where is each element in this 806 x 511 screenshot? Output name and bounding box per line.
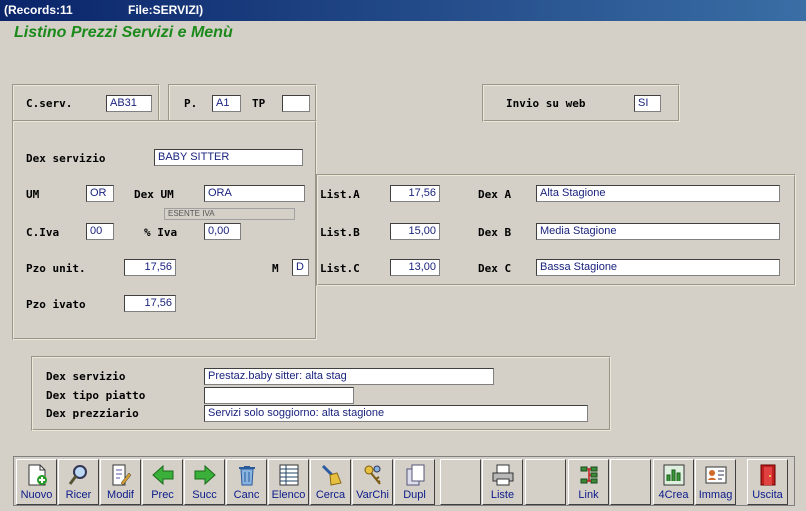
dex-a-label: Dex A [478,188,512,201]
liste-label: Liste [490,489,515,501]
m-field[interactable]: D [292,259,309,276]
prec-label: Prec [151,489,174,501]
immag-label: Immag [698,489,733,501]
varchi-button[interactable]: VarChi [352,459,393,505]
pzo-unit-field[interactable]: 17,56 [124,259,176,276]
cerca-label: Cerca [315,489,346,501]
pzo-unit-label: Pzo unit. [26,262,86,275]
window-titlebar: (Records:11 File:SERVIZI) [0,0,806,21]
um-label: UM [26,188,40,201]
dex-c-label: Dex C [478,262,512,275]
trash-icon [239,466,255,486]
bottom-dex-servizio-field[interactable]: Prestaz.baby sitter: alta stag [204,368,494,385]
dex-tipo-piatto-label: Dex tipo piatto [46,389,146,402]
tp-label: TP [252,97,266,110]
piva-field[interactable]: 0,00 [204,223,241,240]
cerca-button[interactable]: Cerca [310,459,351,505]
cserv-field[interactable]: AB31 [106,95,152,112]
modif-label: Modif [107,489,134,501]
empty-button-3[interactable] [610,459,651,505]
list-b-label: List.B [320,226,360,239]
immag-button[interactable]: Immag [695,459,736,505]
id-card-icon [705,466,727,484]
nuovo-label: Nuovo [20,489,53,501]
arrow-left-icon [152,464,174,486]
file-name: File:SERVIZI) [128,3,204,17]
p-label: P. [184,97,198,110]
piva-label: % Iva [144,226,178,239]
ricer-label: Ricer [65,489,92,501]
succ-button[interactable]: Succ [184,459,225,505]
magnifier-icon [68,465,87,485]
modif-button[interactable]: Modif [100,459,141,505]
dex-b-label: Dex B [478,226,512,239]
arrow-right-icon [194,464,216,486]
dex-prezziario-field[interactable]: Servizi solo soggiorno: alta stagione [204,405,588,422]
bottom-dex-servizio-label: Dex servizio [46,370,126,383]
invio-label: Invio su web [506,97,586,110]
list-c-label: List.C [320,262,360,275]
varchi-label: VarChi [356,489,389,501]
um-field[interactable]: OR [86,185,114,202]
succ-label: Succ [192,489,217,501]
page-title: Listino Prezzi Servizi e Menù [14,24,233,41]
dex-c-field[interactable]: Bassa Stagione [536,259,780,276]
nuovo-button[interactable]: Nuovo [16,459,57,505]
edit-document-icon [112,464,132,486]
liste-button[interactable]: Liste [482,459,523,505]
broom-icon [321,464,342,486]
link-button[interactable]: Link [568,459,609,505]
crea-label: 4Crea [658,489,689,501]
toolbar: Nuovo Ricer Modif Prec Succ Canc Elenco … [13,456,795,506]
m-label: M [272,262,279,275]
cserv-label: C.serv. [26,97,73,110]
dupl-label: Dupl [403,489,426,501]
dex-tipo-piatto-field[interactable] [204,387,354,404]
dex-servizio-label: Dex servizio [26,152,106,165]
crea-button[interactable]: 4Crea [653,459,694,505]
dupl-button[interactable]: Dupl [394,459,435,505]
records-count: (Records:11 [4,3,73,17]
chart-icon [663,464,685,486]
dex-a-field[interactable]: Alta Stagione [536,185,780,202]
list-b-field[interactable]: 15,00 [390,223,440,240]
civa-label: C.Iva [26,226,60,239]
dex-um-label: Dex UM [134,188,174,201]
pzo-ivato-label: Pzo ivato [26,298,86,311]
canc-button[interactable]: Canc [226,459,267,505]
elenco-label: Elenco [271,489,306,501]
link-label: Link [578,489,599,501]
iva-description: ESENTE IVA [164,208,295,220]
list-a-label: List.A [320,188,360,201]
exit-door-icon [760,464,776,486]
p-field[interactable]: A1 [212,95,241,112]
new-document-icon [28,464,47,486]
link-icon [580,466,598,484]
ricer-button[interactable]: Ricer [58,459,99,505]
dex-um-field[interactable]: ORA [204,185,305,202]
prec-button[interactable]: Prec [142,459,183,505]
keys-icon [364,465,381,485]
dex-servizio-field[interactable]: BABY SITTER [154,149,303,166]
list-c-field[interactable]: 13,00 [390,259,440,276]
elenco-button[interactable]: Elenco [268,459,309,505]
dex-prezziario-label: Dex prezziario [46,407,139,420]
tp-field[interactable] [282,95,310,112]
empty-button-2[interactable] [525,459,566,505]
list-a-field[interactable]: 17,56 [390,185,440,202]
dex-b-field[interactable]: Media Stagione [536,223,780,240]
canc-label: Canc [233,489,260,501]
pzo-ivato-field[interactable]: 17,56 [124,295,176,312]
list-icon [279,464,299,486]
invio-field[interactable]: SI [634,95,661,112]
civa-field[interactable]: 00 [86,223,114,240]
printer-icon [492,464,514,486]
duplicate-icon [406,464,425,486]
uscita-button[interactable]: Uscita [747,459,788,505]
uscita-label: Uscita [752,489,783,501]
empty-button-1[interactable] [440,459,481,505]
